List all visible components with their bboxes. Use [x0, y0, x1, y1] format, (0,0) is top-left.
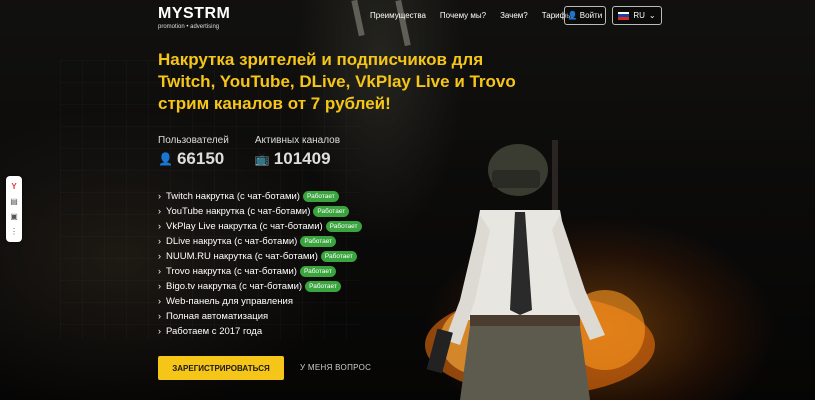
soldier-illustration: [425, 140, 655, 400]
stats: Пользователей 👤 66150 Активных каналов 📺…: [158, 135, 340, 169]
chevron-right-icon: ›: [158, 221, 161, 231]
chevron-right-icon: ›: [158, 191, 161, 201]
page-icon[interactable]: ▤: [10, 197, 18, 206]
nav-why[interactable]: Зачем?: [500, 10, 528, 22]
site-logo[interactable]: MYSTRM promotion • advertising: [158, 5, 230, 30]
nav-why-us[interactable]: Почему мы?: [440, 10, 486, 22]
image-icon[interactable]: ▣: [10, 212, 18, 221]
status-badge: Работает: [300, 236, 337, 247]
list-item: › Bigo.tv накрутка (с чат-ботами) Работает: [158, 279, 362, 294]
status-badge: Работает: [302, 191, 339, 202]
language-label: RU: [633, 11, 645, 20]
chevron-right-icon: ›: [158, 236, 161, 246]
stat-value: 101409: [273, 149, 331, 168]
main-nav: Преимущества Почему мы? Зачем? Тарифы: [370, 10, 586, 22]
list-item: › Web-панель для управления: [158, 296, 293, 307]
yandex-icon[interactable]: Y: [11, 182, 16, 191]
user-icon: 👤: [158, 152, 173, 166]
chevron-right-icon: ›: [158, 326, 161, 336]
chevron-right-icon: ›: [158, 311, 161, 321]
feature-list: › Twitch накрутка (с чат-ботами) Работает …: [158, 189, 362, 339]
status-badge: Работает: [325, 221, 362, 232]
stat-channels: Активных каналов 📺 101409: [255, 135, 340, 169]
hero-headline: Накрутка зрителей и подписчиков для Twit…: [158, 50, 516, 113]
chevron-down-icon: ⌄: [648, 11, 656, 20]
login-label: Войти: [579, 11, 603, 20]
status-badge: Работает: [305, 281, 341, 292]
login-button[interactable]: 👤 Войти: [564, 6, 606, 25]
status-badge: Работает: [299, 266, 336, 277]
stat-value: 66150: [176, 149, 225, 168]
chevron-right-icon: ›: [158, 251, 161, 261]
list-item: › VkPlay Live накрутка (с чат-ботами) Рабо…: [158, 219, 362, 234]
user-icon: 👤: [567, 11, 578, 20]
list-item: › NUUM.RU накрутка (с чат-ботами) Работает: [158, 249, 362, 264]
stat-users: Пользователей 👤 66150: [158, 135, 229, 169]
logo-title: MYSTRM: [158, 5, 231, 22]
list-item: › DLive накрутка (с чат-ботами) Работает: [158, 234, 362, 249]
status-badge: Работает: [320, 251, 357, 262]
list-item: › Работаем с 2017 года: [158, 326, 263, 337]
tv-icon: 📺: [254, 152, 270, 166]
list-item: › Twitch накрутка (с чат-ботами) Работает: [158, 189, 362, 204]
list-item: › YouTube накрутка (с чат-ботами) Работает: [158, 204, 362, 219]
question-link[interactable]: У МЕНЯ ВОПРОС: [300, 363, 371, 372]
register-button[interactable]: ЗАРЕГИСТРИРОВАТЬСЯ: [158, 356, 284, 380]
language-select[interactable]: RU ⌄: [612, 6, 662, 25]
chevron-right-icon: ›: [158, 206, 161, 216]
more-icon[interactable]: ⋮: [10, 227, 18, 236]
browser-side-panel: Y ▤ ▣ ⋮: [6, 176, 22, 242]
chevron-right-icon: ›: [158, 281, 161, 291]
chevron-right-icon: ›: [158, 266, 161, 276]
russia-flag-icon: [618, 11, 630, 20]
chevron-right-icon: ›: [158, 296, 161, 306]
nav-advantages[interactable]: Преимущества: [370, 10, 426, 22]
stat-label: Активных каналов: [254, 135, 341, 146]
logo-subtitle: promotion • advertising: [158, 24, 220, 30]
status-badge: Работает: [313, 206, 350, 217]
stat-label: Пользователей: [158, 135, 229, 146]
list-item: › Полная автоматизация: [158, 311, 269, 322]
list-item: › Trovo накрутка (с чат-ботами) Работает: [158, 264, 362, 279]
